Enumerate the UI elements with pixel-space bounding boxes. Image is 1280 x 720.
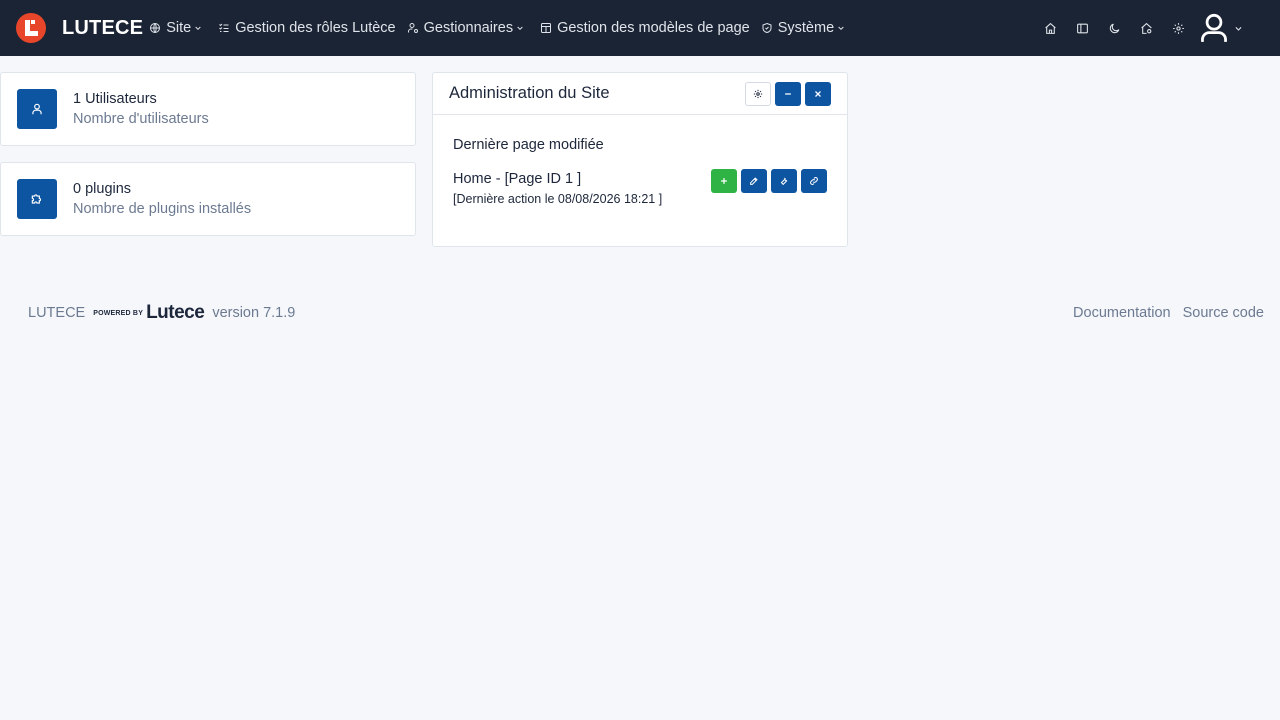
link-icon	[810, 177, 818, 185]
menu-page-templates-label: Gestion des modèles de page	[557, 20, 750, 36]
puzzle-icon	[17, 179, 57, 219]
add-icon	[721, 178, 727, 184]
moon-icon	[1109, 23, 1119, 33]
settings-button[interactable]	[1162, 0, 1194, 56]
home-button[interactable]	[1034, 0, 1066, 56]
home-icon	[1044, 22, 1056, 34]
users-count: 1 Utilisateurs	[73, 91, 157, 107]
chevron-down-icon	[195, 26, 201, 31]
footer-app-name: LUTECE	[28, 305, 86, 321]
top-navbar: LUTECE Site Gestion des rôles Lutèce Ges…	[0, 0, 1280, 56]
site-admin-card: Administration du Site Dernière page mod…	[432, 72, 848, 247]
menu-site-label: Site	[166, 20, 192, 36]
menu-roles-label: Gestion des rôles Lutèce	[235, 20, 396, 36]
menu-systeme[interactable]: Système	[761, 20, 850, 36]
site-admin-card-header: Administration du Site	[433, 73, 847, 115]
settings-icon	[753, 89, 763, 99]
layout-icon	[541, 23, 552, 33]
plugins-stat-card[interactable]: 0 plugins Nombre de plugins installés	[0, 162, 416, 236]
powered-by-text: POWERED BY	[93, 309, 144, 317]
documentation-link[interactable]: Documentation	[1073, 305, 1171, 321]
user-cog-icon	[407, 23, 418, 33]
list-check-icon	[219, 23, 229, 32]
menu-page-templates[interactable]: Gestion des modèles de page	[540, 20, 750, 36]
footer-version: version 7.1.9	[212, 305, 296, 321]
user-menu-button[interactable]	[1200, 0, 1256, 56]
plugins-count-label: Nombre de plugins installés	[73, 201, 252, 217]
powered-by-lutece: Lutece	[146, 302, 205, 323]
main-menu: Site Gestion des rôles Lutèce Gestionnai…	[149, 20, 861, 36]
home-settings-button[interactable]	[1130, 0, 1162, 56]
close-icon	[815, 91, 821, 97]
user-icon	[17, 89, 57, 129]
plugins-count: 0 plugins	[73, 181, 132, 197]
menu-gestionnaires-label: Gestionnaires	[423, 20, 514, 36]
add-page-button[interactable]	[711, 169, 737, 193]
sidebar-toggle-icon	[1076, 23, 1088, 33]
menu-roles[interactable]: Gestion des rôles Lutèce	[218, 20, 396, 36]
lutece-logo-icon	[16, 13, 46, 43]
user-avatar-icon	[1201, 13, 1227, 42]
edit-page-button[interactable]	[741, 169, 767, 193]
home-settings-icon	[1140, 22, 1152, 34]
brand-name: LUTECE	[62, 16, 144, 39]
site-admin-title: Administration du Site	[449, 84, 610, 102]
menu-gestionnaires[interactable]: Gestionnaires	[407, 20, 529, 36]
menu-site[interactable]: Site	[149, 20, 207, 36]
last-modified-page: Home - [Page ID 1 ] [Dernière action le …	[453, 169, 827, 213]
source-code-link[interactable]: Source code	[1183, 305, 1264, 321]
chevron-down-icon	[1235, 26, 1242, 31]
card-minimize-button[interactable]	[775, 82, 801, 106]
edit-icon	[750, 177, 758, 185]
gear-icon	[1172, 22, 1184, 34]
users-count-label: Nombre d'utilisateurs	[73, 111, 209, 127]
manage-page-button[interactable]	[771, 169, 797, 193]
card-settings-button[interactable]	[745, 82, 771, 106]
minimize-icon	[785, 93, 791, 95]
chevron-down-icon	[517, 26, 523, 31]
last-modified-heading: Dernière page modifiée	[453, 137, 604, 153]
globe-icon	[150, 23, 161, 33]
shield-icon	[762, 22, 772, 34]
brand[interactable]: LUTECE	[16, 13, 143, 43]
tool-icon	[780, 177, 788, 186]
view-page-link-button[interactable]	[801, 169, 827, 193]
chevron-down-icon	[838, 26, 844, 31]
dark-mode-button[interactable]	[1098, 0, 1130, 56]
footer: LUTECE POWERED BY Lutece version 7.1.9 D…	[28, 300, 1264, 326]
menu-systeme-label: Système	[777, 20, 835, 36]
users-stat-card[interactable]: 1 Utilisateurs Nombre d'utilisateurs	[0, 72, 416, 146]
powered-by-logo[interactable]: POWERED BY Lutece	[93, 302, 205, 324]
toolbar	[1034, 0, 1280, 56]
sidebar-toggle-button[interactable]	[1066, 0, 1098, 56]
card-close-button[interactable]	[805, 82, 831, 106]
